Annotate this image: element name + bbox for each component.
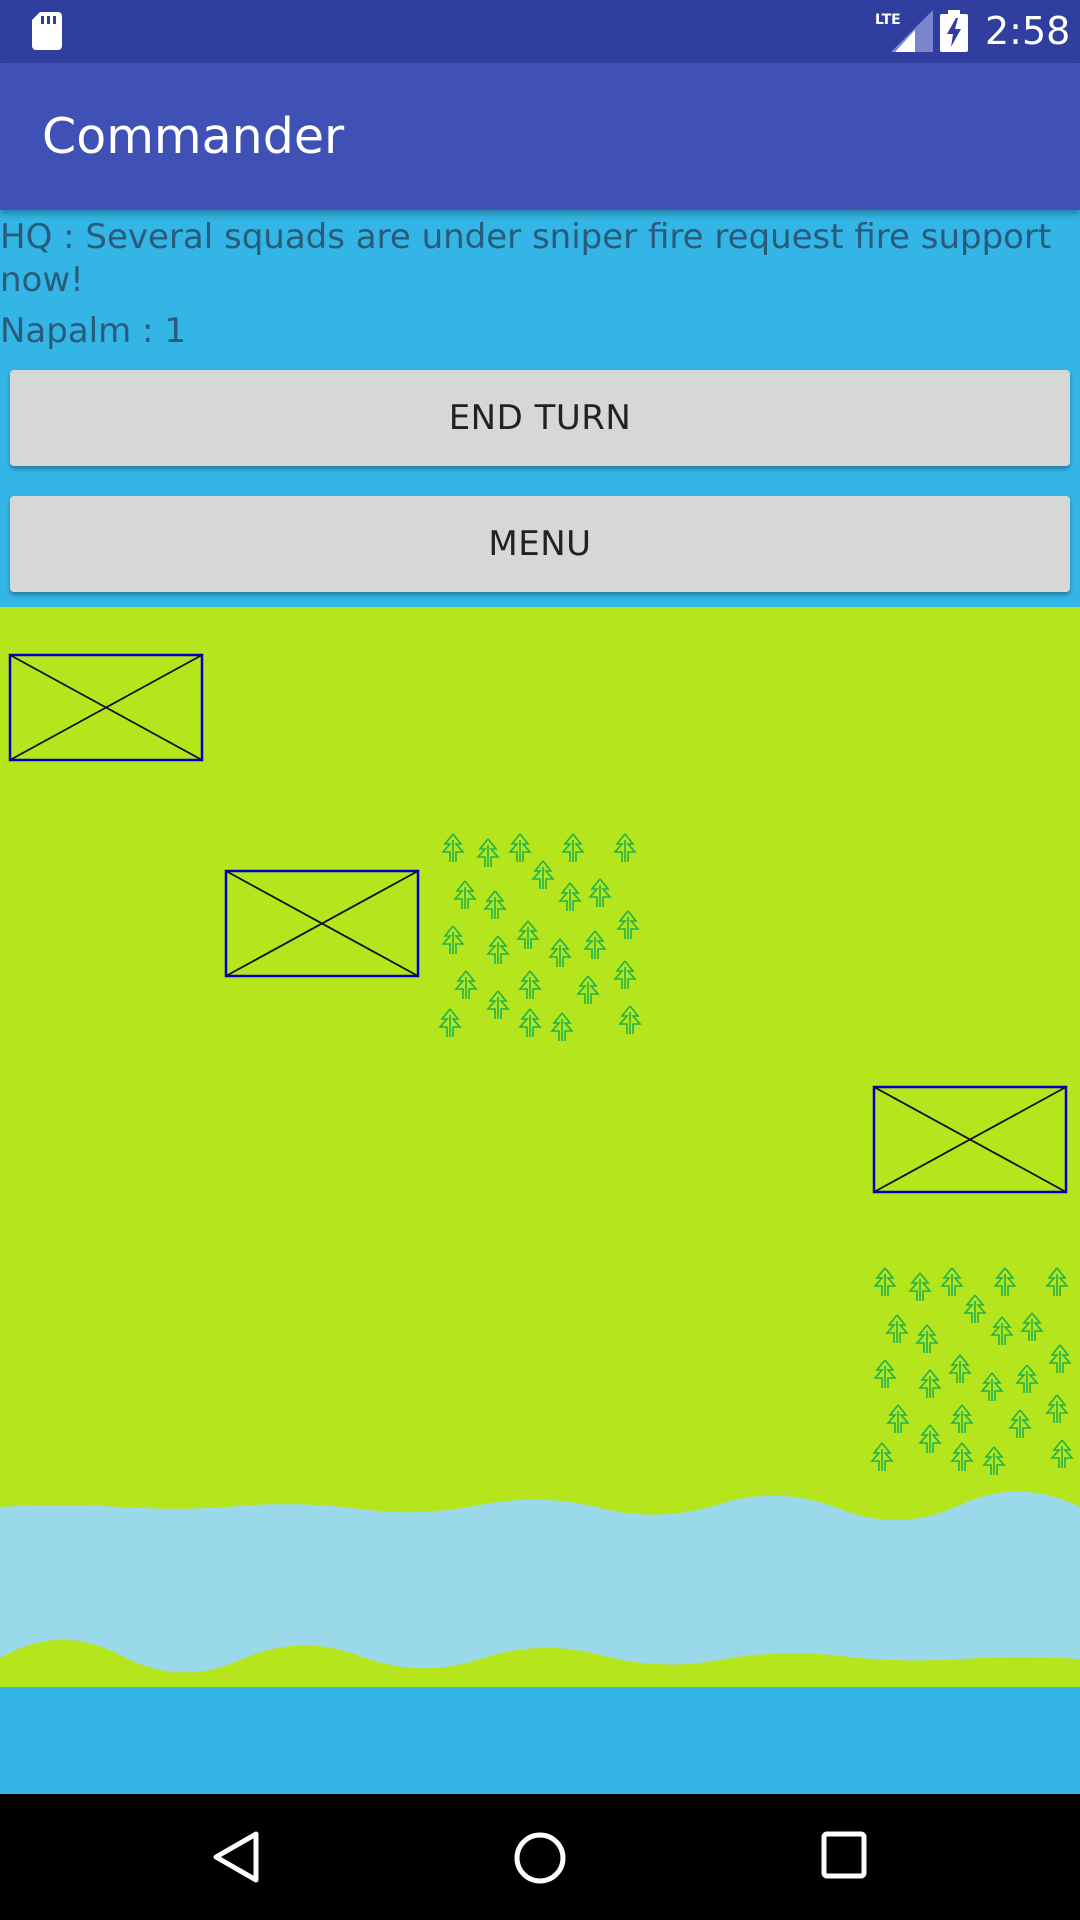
battery-charging-icon (940, 10, 968, 52)
status-clock: 2:58 (985, 9, 1071, 53)
back-icon[interactable] (212, 1830, 260, 1884)
hq-message: HQ : Several squads are under sniper fir… (0, 217, 1052, 300)
end-turn-button[interactable]: END TURN (10, 370, 1070, 466)
app-bar: Commander (0, 63, 1080, 210)
river (0, 1491, 1080, 1673)
sd-card-icon (32, 12, 62, 50)
lte-signal-icon: LTE (875, 10, 933, 52)
battlefield-map[interactable] (0, 607, 1080, 1687)
lte-label: LTE (875, 12, 901, 28)
status-bar: LTE 2:58 (0, 0, 1080, 63)
game-screen: HQ : Several squads are under sniper fir… (0, 210, 1080, 1794)
napalm-count: Napalm : 1 (0, 311, 186, 351)
app-title: Commander (42, 108, 345, 165)
home-icon[interactable] (512, 1830, 568, 1886)
navigation-bar (0, 1794, 1080, 1920)
recents-icon[interactable] (820, 1830, 868, 1880)
menu-button[interactable]: MENU (10, 496, 1070, 592)
